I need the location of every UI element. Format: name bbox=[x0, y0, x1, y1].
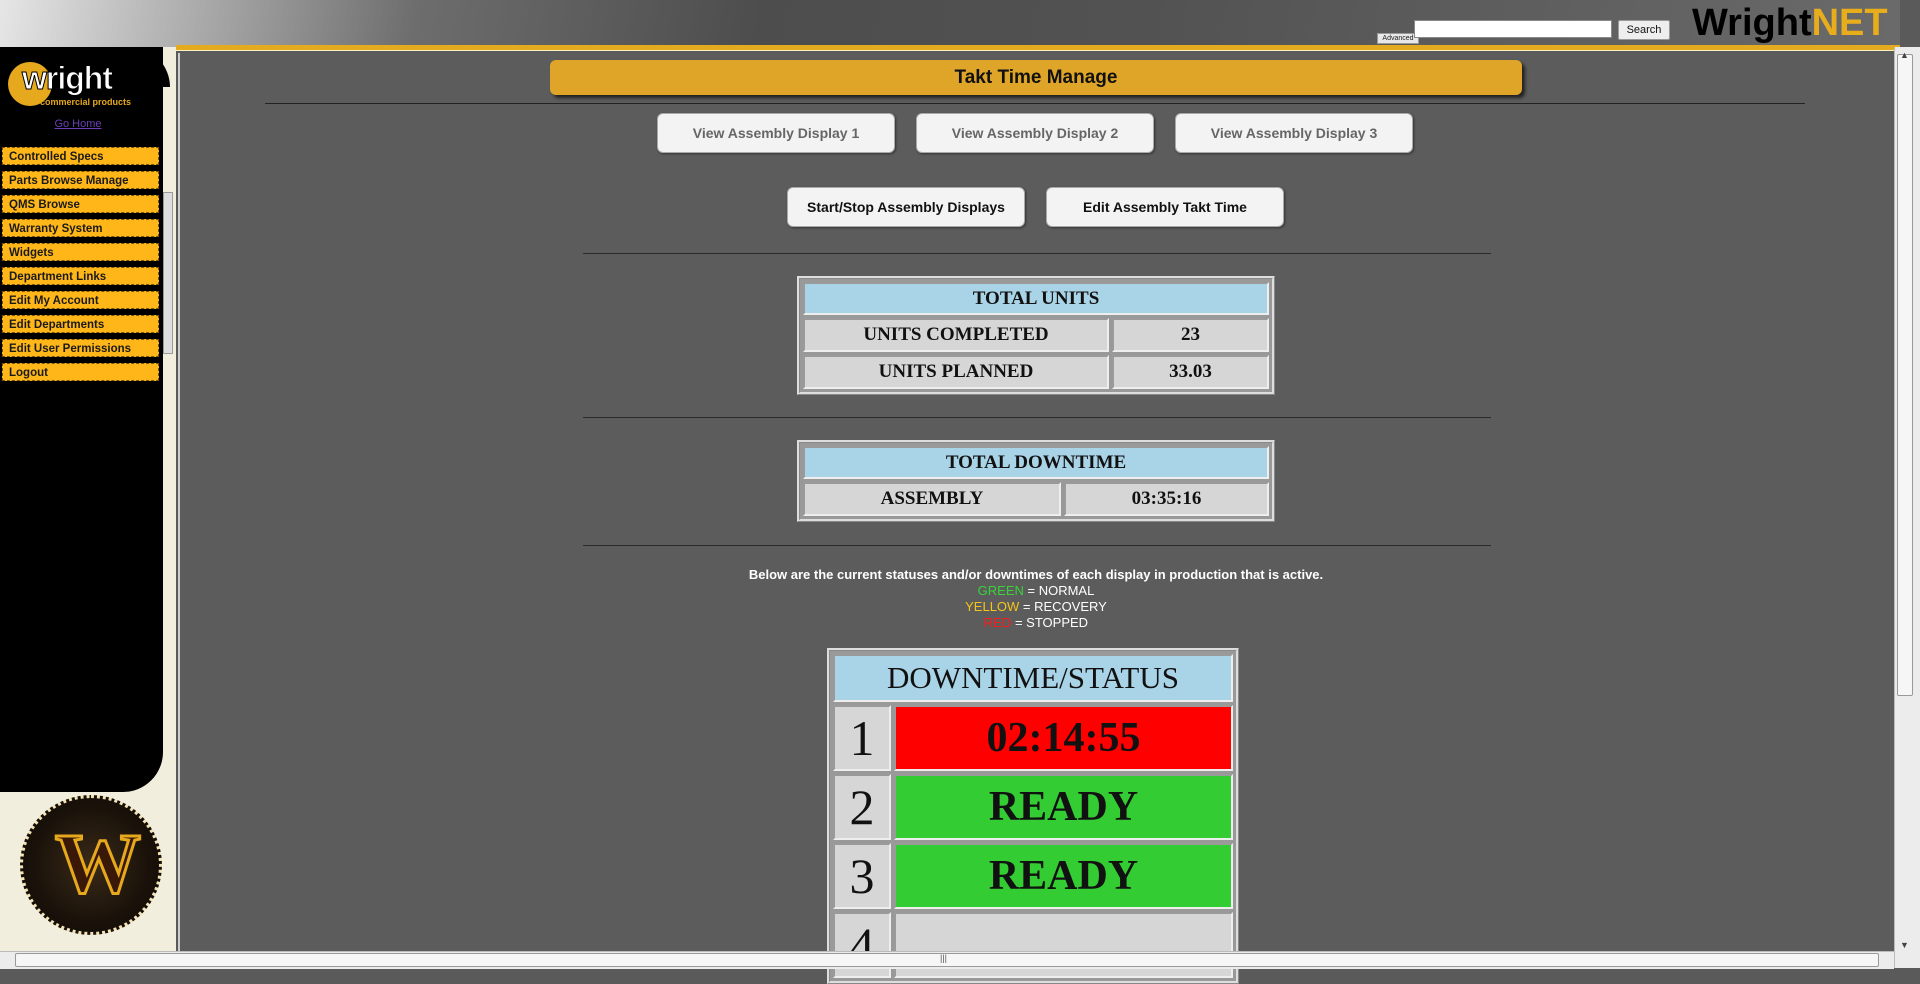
sidebar-item-department-links[interactable]: Department Links bbox=[1, 266, 160, 286]
badge-letter: W bbox=[54, 815, 143, 911]
total-downtime-header: TOTAL DOWNTIME bbox=[803, 446, 1269, 479]
section-divider bbox=[583, 417, 1491, 418]
display-number: 2 bbox=[833, 774, 891, 840]
search-input[interactable] bbox=[1414, 20, 1612, 38]
downtime-status-header: DOWNTIME/STATUS bbox=[833, 654, 1233, 702]
sidebar-item-controlled-specs[interactable]: Controlled Specs bbox=[1, 146, 160, 166]
view-assembly-display-3-button[interactable]: View Assembly Display 3 bbox=[1175, 113, 1413, 153]
units-planned-value: 33.03 bbox=[1112, 355, 1269, 389]
go-home-link[interactable]: Go Home bbox=[0, 118, 156, 130]
legend-green: GREEN = NORMAL bbox=[977, 583, 1095, 598]
assembly-downtime-value: 03:35:16 bbox=[1064, 482, 1269, 516]
sidebar-item-edit-my-account[interactable]: Edit My Account bbox=[1, 290, 160, 310]
sidebar-scrollbar[interactable] bbox=[163, 192, 173, 354]
top-bar bbox=[0, 0, 1900, 47]
total-units-table: TOTAL UNITS UNITS COMPLETED 23 UNITS PLA… bbox=[797, 276, 1275, 395]
display-status-value: 02:14:55 bbox=[894, 705, 1233, 771]
header-divider bbox=[176, 45, 1900, 51]
wright-logo[interactable]: wright commercial products bbox=[8, 60, 138, 110]
sidebar-item-edit-user-permissions[interactable]: Edit User Permissions bbox=[1, 338, 160, 358]
sidebar-item-edit-departments[interactable]: Edit Departments bbox=[1, 314, 160, 334]
edit-assembly-takt-time-button[interactable]: Edit Assembly Takt Time bbox=[1046, 187, 1284, 227]
status-row: 1 02:14:55 bbox=[833, 705, 1233, 771]
logo-text: wright bbox=[22, 60, 114, 97]
display-status-value: READY bbox=[894, 774, 1233, 840]
display-status-value: READY bbox=[894, 843, 1233, 909]
sidebar-item-widgets[interactable]: Widgets bbox=[1, 242, 160, 262]
sidebar-item-parts-browse-manage[interactable]: Parts Browse Manage bbox=[1, 170, 160, 190]
sidebar-item-warranty-system[interactable]: Warranty System bbox=[1, 218, 160, 238]
main-content: Takt Time Manage View Assembly Display 1… bbox=[178, 53, 1894, 984]
legend-red: RED = STOPPED bbox=[983, 615, 1089, 630]
section-divider bbox=[583, 253, 1491, 254]
legend-yellow: YELLOW = RECOVERY bbox=[965, 599, 1107, 614]
assembly-downtime-label: ASSEMBLY bbox=[803, 482, 1061, 516]
scroll-down-arrow-icon[interactable]: ▼ bbox=[1900, 940, 1909, 950]
start-stop-assembly-displays-button[interactable]: Start/Stop Assembly Displays bbox=[787, 187, 1025, 227]
brand-primary: Wright bbox=[1692, 2, 1812, 44]
units-completed-label: UNITS COMPLETED bbox=[803, 318, 1109, 352]
scrollbar-grip-icon: ||| bbox=[940, 953, 948, 963]
wrightnet-brand: WrightNET bbox=[1692, 2, 1888, 45]
total-units-header: TOTAL UNITS bbox=[803, 282, 1269, 315]
view-assembly-display-1-button[interactable]: View Assembly Display 1 bbox=[657, 113, 895, 153]
sidebar-menu: Controlled Specs Parts Browse Manage QMS… bbox=[1, 146, 160, 387]
units-completed-value: 23 bbox=[1112, 318, 1269, 352]
legend-intro: Below are the current statuses and/or do… bbox=[748, 567, 1324, 582]
view-assembly-display-2-button[interactable]: View Assembly Display 2 bbox=[916, 113, 1154, 153]
downtime-status-table: DOWNTIME/STATUS 1 02:14:55 2 READY 3 REA… bbox=[827, 648, 1239, 984]
section-divider bbox=[583, 545, 1491, 546]
logo-subtext: commercial products bbox=[40, 97, 132, 107]
display-number: 1 bbox=[833, 705, 891, 771]
page-title: Takt Time Manage bbox=[550, 60, 1522, 95]
status-row: 3 READY bbox=[833, 843, 1233, 909]
units-planned-label: UNITS PLANNED bbox=[803, 355, 1109, 389]
display-number: 3 bbox=[833, 843, 891, 909]
sidebar-item-qms-browse[interactable]: QMS Browse bbox=[1, 194, 160, 214]
total-downtime-table: TOTAL DOWNTIME ASSEMBLY 03:35:16 bbox=[797, 440, 1275, 522]
brand-accent: NET bbox=[1811, 2, 1888, 44]
sidebar-item-logout[interactable]: Logout bbox=[1, 362, 160, 382]
title-divider bbox=[265, 103, 1805, 104]
vertical-scrollbar-thumb[interactable] bbox=[1897, 54, 1913, 696]
status-row: 2 READY bbox=[833, 774, 1233, 840]
scroll-up-arrow-icon[interactable]: ▲ bbox=[1900, 50, 1909, 60]
status-legend: Below are the current statuses and/or do… bbox=[550, 567, 1522, 631]
wright-w-badge: W bbox=[20, 795, 162, 935]
search-button[interactable]: Search bbox=[1618, 20, 1670, 40]
advanced-search-button[interactable]: Advanced bbox=[1377, 33, 1419, 44]
